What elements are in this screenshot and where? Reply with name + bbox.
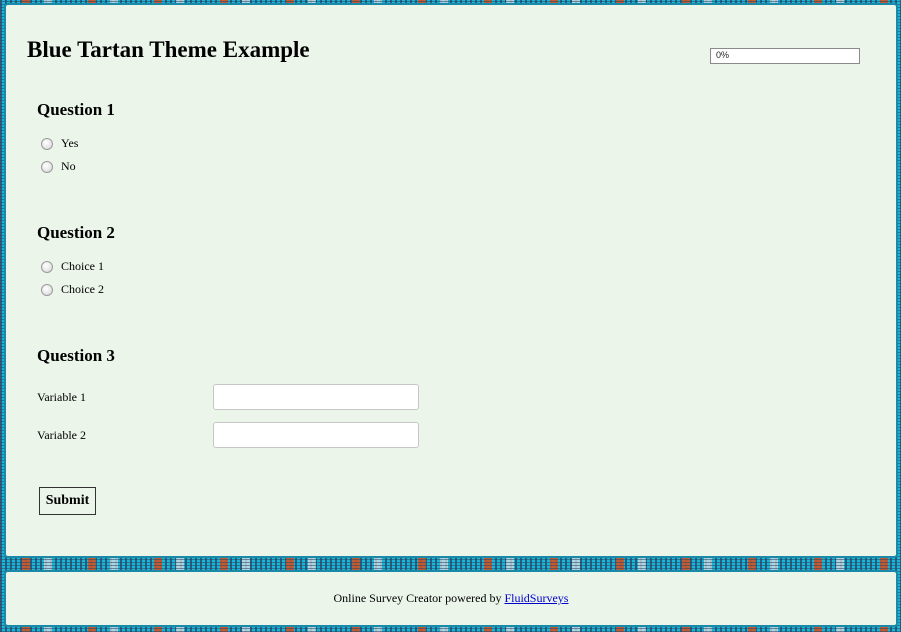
footer-panel: Online Survey Creator powered by FluidSu… bbox=[4, 570, 898, 627]
question-2-option-choice-1[interactable]: Choice 1 bbox=[41, 259, 104, 274]
question-1-title: Question 1 bbox=[37, 100, 115, 119]
radio-button[interactable] bbox=[41, 260, 53, 273]
progress-bar: 0% bbox=[710, 48, 860, 64]
footer-caption: Online Survey Creator powered by bbox=[333, 591, 505, 605]
variable-1-label: Variable 1 bbox=[37, 390, 86, 404]
radio-button[interactable] bbox=[41, 160, 53, 173]
question-1-option-yes[interactable]: Yes bbox=[41, 136, 78, 151]
submit-button[interactable]: Submit bbox=[39, 487, 96, 515]
radio-button[interactable] bbox=[41, 137, 53, 150]
question-2-option-choice-2[interactable]: Choice 2 bbox=[41, 282, 104, 297]
option-label: Yes bbox=[61, 136, 79, 150]
option-label: No bbox=[61, 159, 76, 173]
footer-text: Online Survey Creator powered by FluidSu… bbox=[6, 591, 896, 606]
variable-1-input[interactable] bbox=[213, 384, 419, 410]
progress-text: 0% bbox=[716, 50, 730, 60]
option-label: Choice 2 bbox=[61, 282, 104, 296]
variable-2-input[interactable] bbox=[213, 422, 419, 448]
question-2-title: Question 2 bbox=[37, 223, 115, 242]
page-title: Blue Tartan Theme Example bbox=[27, 37, 310, 62]
question-1-option-no[interactable]: No bbox=[41, 159, 76, 174]
survey-panel: Blue Tartan Theme Example 0% Question 1 … bbox=[4, 3, 898, 558]
radio-button[interactable] bbox=[41, 283, 53, 296]
option-label: Choice 1 bbox=[61, 259, 104, 273]
question-3-title: Question 3 bbox=[37, 346, 115, 365]
fluidsurveys-link[interactable]: FluidSurveys bbox=[504, 591, 568, 605]
variable-2-label: Variable 2 bbox=[37, 428, 86, 442]
